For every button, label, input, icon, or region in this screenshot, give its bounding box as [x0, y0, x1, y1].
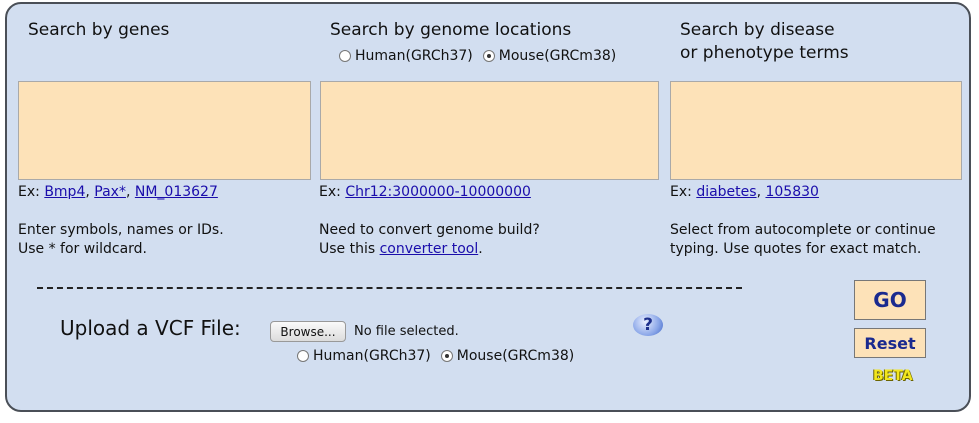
converter-tool-link[interactable]: converter tool	[380, 241, 479, 257]
beta-badge: BETA	[873, 368, 913, 384]
help-question-icon[interactable]: ?	[633, 314, 663, 336]
section-divider	[37, 287, 742, 289]
locations-help-prefix: Use this	[319, 241, 380, 257]
genes-title: Search by genes	[28, 20, 170, 40]
genes-help-line1: Enter symbols, names or IDs.	[18, 222, 224, 238]
disease-title-line2: or phenotype terms	[680, 43, 849, 63]
locations-example-prefix: Ex:	[319, 184, 346, 200]
disease-help-line2: typing. Use quotes for exact match.	[670, 241, 922, 257]
locations-help-line1: Need to convert genome build?	[319, 222, 540, 238]
radio-human-grch37[interactable]	[339, 50, 351, 62]
vcf-radio-mouse-grcm38[interactable]	[440, 350, 453, 362]
example-link-diabetes[interactable]: diabetes	[696, 184, 756, 200]
locations-search-input[interactable]	[320, 81, 659, 180]
locations-help: Need to convert genome build? Use this c…	[319, 221, 540, 259]
radio-human-label: Human(GRCh37)	[355, 48, 473, 64]
disease-title: Search by disease or phenotype terms	[680, 19, 849, 65]
genes-help-line2: Use * for wildcard.	[18, 241, 147, 257]
disease-help-line1: Select from autocomplete or continue	[670, 222, 936, 238]
search-panel: Search by genes Ex: Bmp4, Pax*, NM_01362…	[5, 2, 971, 412]
disease-help: Select from autocomplete or continue typ…	[670, 221, 936, 259]
genes-search-input[interactable]	[18, 81, 311, 180]
locations-examples: Ex: Chr12:3000000-10000000	[319, 184, 531, 200]
radio-mouse-grcm38[interactable]	[482, 50, 495, 62]
genes-help: Enter symbols, names or IDs. Use * for w…	[18, 221, 224, 259]
vcf-radio-human-label: Human(GRCh37)	[313, 348, 431, 364]
example-link-chr12[interactable]: Chr12:3000000-10000000	[345, 184, 531, 200]
locations-help-line2: Use this converter tool.	[319, 240, 540, 259]
vcf-upload-label: Upload a VCF File:	[60, 316, 241, 340]
vcf-assembly-radios: Human(GRCh37) Mouse(GRCm38)	[297, 348, 574, 364]
locations-assembly-radios: Human(GRCh37) Mouse(GRCm38)	[339, 48, 616, 64]
locations-title: Search by genome locations	[330, 20, 572, 40]
vcf-radio-human-grch37[interactable]	[297, 350, 309, 362]
genes-example-prefix: Ex:	[18, 184, 45, 200]
example-link-nm-013627[interactable]: NM_013627	[135, 184, 218, 200]
browse-button[interactable]: Browse...	[270, 321, 346, 342]
no-file-status: No file selected.	[354, 324, 459, 339]
example-link-pax[interactable]: Pax*	[94, 184, 126, 200]
example-link-105830[interactable]: 105830	[765, 184, 818, 200]
locations-help-suffix: .	[478, 241, 483, 257]
radio-mouse-label: Mouse(GRCm38)	[498, 48, 617, 64]
disease-examples: Ex: diabetes, 105830	[670, 184, 819, 200]
disease-example-prefix: Ex:	[670, 184, 697, 200]
genes-examples: Ex: Bmp4, Pax*, NM_013627	[18, 184, 218, 200]
reset-button[interactable]: Reset	[854, 328, 926, 358]
vcf-radio-mouse-label: Mouse(GRCm38)	[456, 348, 575, 364]
disease-title-line1: Search by disease	[680, 20, 835, 40]
disease-search-input[interactable]	[670, 81, 962, 180]
go-button[interactable]: GO	[854, 280, 926, 320]
example-link-bmp4[interactable]: Bmp4	[44, 184, 85, 200]
